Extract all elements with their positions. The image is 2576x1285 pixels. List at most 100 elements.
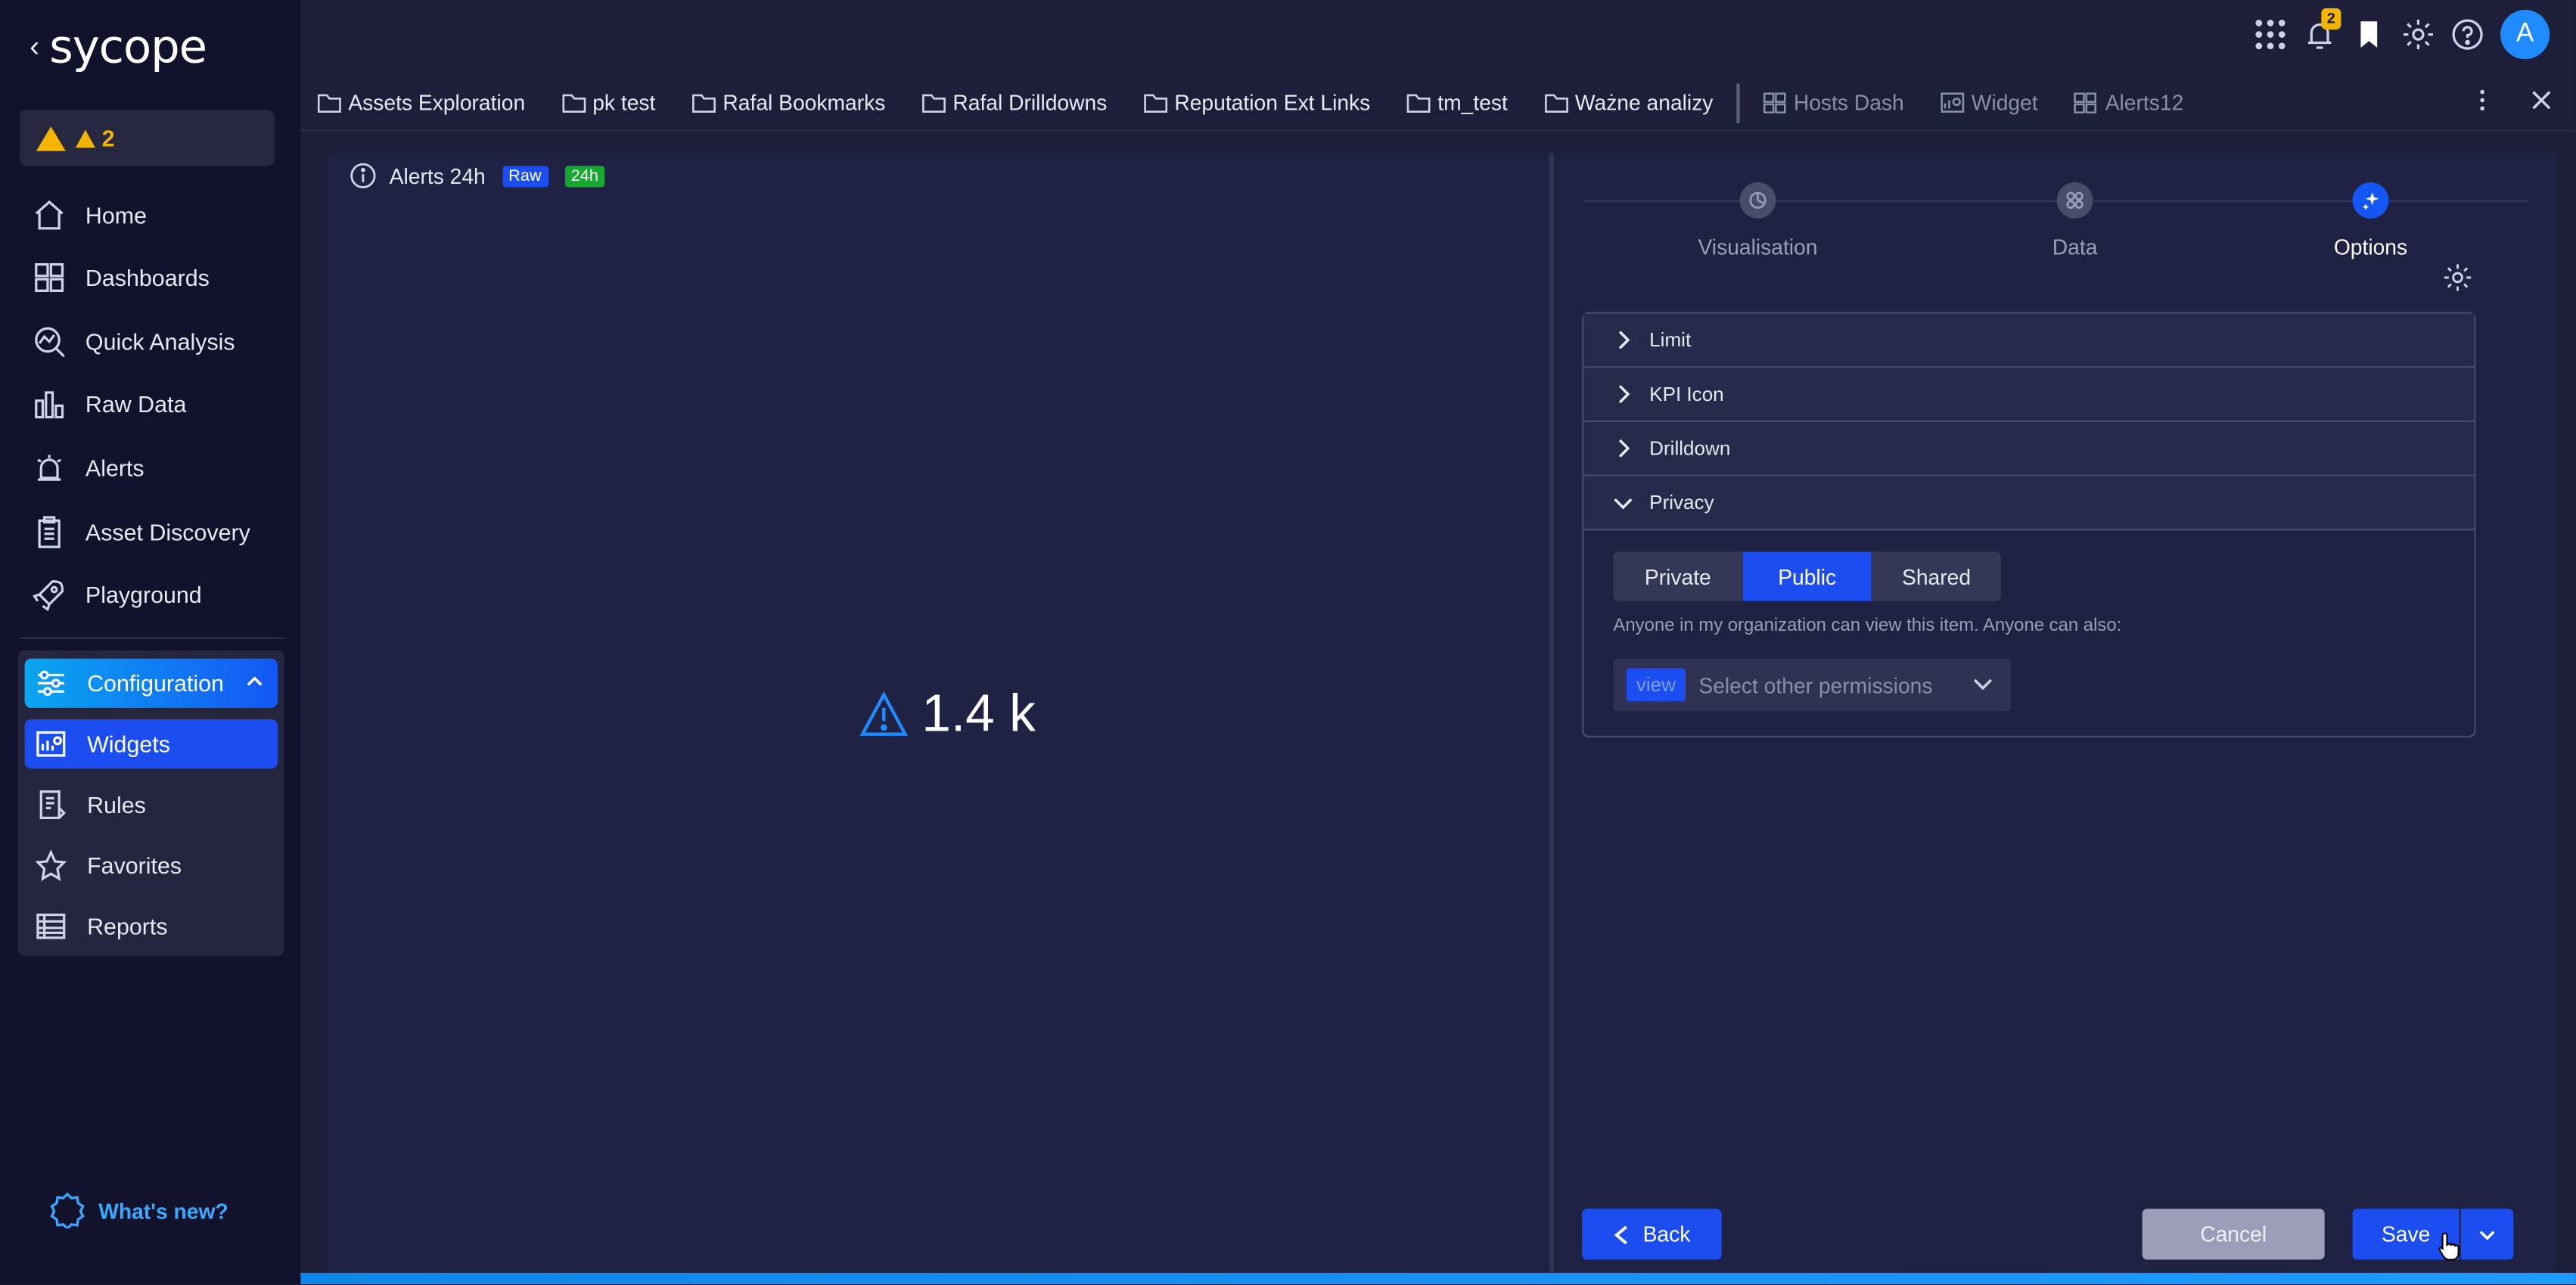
rules-icon <box>39 790 66 820</box>
folder-icon <box>1143 94 1167 113</box>
help-button[interactable] <box>2451 18 2484 51</box>
notification-badge: 2 <box>2321 8 2341 30</box>
bookmark-dashboard[interactable]: Alerts12 <box>2074 90 2183 115</box>
alarm-icon <box>37 455 62 481</box>
accordion-privacy[interactable]: Privacy <box>1583 476 2475 531</box>
accordion-label: Drilldown <box>1649 436 1731 461</box>
new-badge-icon <box>50 1192 85 1229</box>
chevron-down-icon <box>1973 678 1993 691</box>
apps-grid-button[interactable] <box>2254 18 2286 51</box>
chevron-down-icon <box>1614 498 1633 510</box>
accordion-drilldown[interactable]: Drilldown <box>1583 422 2475 476</box>
step-label: Options <box>2333 234 2408 260</box>
clipboard-icon <box>38 516 61 548</box>
sidebar-item-rules[interactable]: Rules <box>25 780 278 829</box>
folder-icon <box>692 94 716 113</box>
bookmark-folder[interactable]: Rafal Bookmarks <box>691 90 885 115</box>
warning-small-icon <box>75 129 95 147</box>
logo[interactable]: ‹ sycope <box>30 18 207 73</box>
dashboard-grid-icon <box>2074 92 2098 113</box>
info-icon[interactable] <box>350 163 377 189</box>
privacy-note: Anyone in my organization can view this … <box>1613 616 2122 636</box>
bookmark-icon <box>2360 21 2378 48</box>
sidebar-item-quick-analysis[interactable]: Quick Analysis <box>33 317 235 366</box>
folder-icon <box>561 94 586 113</box>
close-icon[interactable] <box>2530 88 2553 111</box>
bookmark-button[interactable] <box>2353 18 2385 51</box>
folder-icon <box>1406 94 1431 113</box>
privacy-shared-button[interactable]: Shared <box>1872 552 2001 601</box>
whats-new-label: What's new? <box>98 1198 228 1223</box>
gear-icon[interactable] <box>2443 262 2472 292</box>
sidebar-item-favorites[interactable]: Favorites <box>25 841 278 890</box>
top-bar: 2 A <box>300 0 2576 73</box>
sidebar-item-label: Raw Data <box>85 390 187 417</box>
cancel-button[interactable]: Cancel <box>2142 1209 2325 1260</box>
alert-summary[interactable]: 2 <box>20 110 275 166</box>
bookmark-folder[interactable]: pk test <box>561 90 655 115</box>
settings-button[interactable] <box>2402 18 2435 51</box>
user-avatar[interactable]: A <box>2500 10 2550 60</box>
home-icon <box>35 200 64 230</box>
bookmark-dashboard[interactable]: Hosts Dash <box>1763 90 1904 115</box>
step-data[interactable]: Data <box>1976 182 2174 259</box>
data-step-icon <box>2056 182 2093 219</box>
app-root: ‹ sycope 2 Home Dashboards Quick Analysi… <box>0 0 2576 1285</box>
back-button[interactable]: Back <box>1582 1209 1722 1260</box>
raw-tag: Raw <box>502 165 548 187</box>
chevron-up-icon[interactable] <box>245 672 265 691</box>
more-vertical-icon[interactable] <box>2471 88 2494 111</box>
widget-preview-panel: Alerts 24h Raw 24h 1.4 k <box>327 152 1549 1273</box>
widget-title: Alerts 24h <box>389 163 486 188</box>
whats-new-link[interactable]: What's new? <box>49 1192 228 1229</box>
sliders-icon <box>37 670 64 697</box>
sidebar-item-home[interactable]: Home <box>33 191 147 240</box>
accordion-label: KPI Icon <box>1649 382 1724 406</box>
step-options[interactable]: Options <box>2272 182 2469 259</box>
reports-icon <box>36 913 66 939</box>
folder-icon <box>1544 94 1568 113</box>
save-options-dropdown[interactable] <box>2460 1209 2514 1260</box>
privacy-private-button[interactable]: Private <box>1613 552 1742 601</box>
widget-title-bar: Alerts 24h Raw 24h <box>350 163 605 189</box>
accordion-kpi-icon[interactable]: KPI Icon <box>1583 368 2475 423</box>
step-visualisation[interactable]: Visualisation <box>1659 182 1857 259</box>
sidebar-item-raw-data[interactable]: Raw Data <box>33 380 186 429</box>
bookmark-folder[interactable]: Ważne analizy <box>1544 90 1713 115</box>
step-label: Data <box>2052 234 2098 260</box>
back-chevron-icon[interactable]: ‹ <box>30 29 39 64</box>
warning-icon <box>36 126 66 151</box>
logo-text: sycope <box>49 18 207 73</box>
warning-outline-icon <box>859 691 909 735</box>
bookmark-widget[interactable]: Widget <box>1941 90 2038 115</box>
sidebar-item-asset-discovery[interactable]: Asset Discovery <box>33 507 250 557</box>
gear-icon <box>2403 20 2433 50</box>
options-step-icon <box>2352 182 2389 219</box>
bookmark-folder[interactable]: tm_test <box>1406 90 1508 115</box>
bookmark-folder[interactable]: Assets Exploration <box>317 90 525 115</box>
apps-grid-icon <box>2255 20 2285 50</box>
raw-data-icon <box>35 391 64 419</box>
alert-count: 2 <box>101 125 115 151</box>
accordion-limit[interactable]: Limit <box>1583 313 2475 368</box>
widget-icon <box>1941 92 1965 113</box>
sidebar-item-dashboards[interactable]: Dashboards <box>33 253 210 302</box>
sidebar-item-reports[interactable]: Reports <box>25 902 278 951</box>
bookmark-folder[interactable]: Rafal Drilldowns <box>921 90 1107 115</box>
kpi-display: 1.4 k <box>859 683 1036 743</box>
notifications-button[interactable]: 2 <box>2303 8 2341 51</box>
privacy-public-button[interactable]: Public <box>1742 551 1872 601</box>
help-icon <box>2452 19 2483 50</box>
bottom-accent-bar <box>300 1272 2576 1285</box>
time-range-tag: 24h <box>564 165 605 187</box>
visualisation-step-icon <box>1739 182 1776 219</box>
sidebar-item-alerts[interactable]: Alerts <box>33 443 144 492</box>
bookmark-folder[interactable]: Reputation Ext Links <box>1143 90 1370 115</box>
permissions-select[interactable]: view Select other permissions <box>1613 658 2011 712</box>
sidebar-item-label: Favorites <box>87 852 182 879</box>
permission-chip-view: view <box>1626 668 1686 702</box>
sidebar-item-playground[interactable]: Playground <box>33 570 202 619</box>
sidebar-item-label: Alerts <box>85 455 144 482</box>
sidebar-item-widgets[interactable]: Widgets <box>24 719 278 769</box>
sidebar-item-configuration[interactable]: Configuration <box>24 658 278 708</box>
